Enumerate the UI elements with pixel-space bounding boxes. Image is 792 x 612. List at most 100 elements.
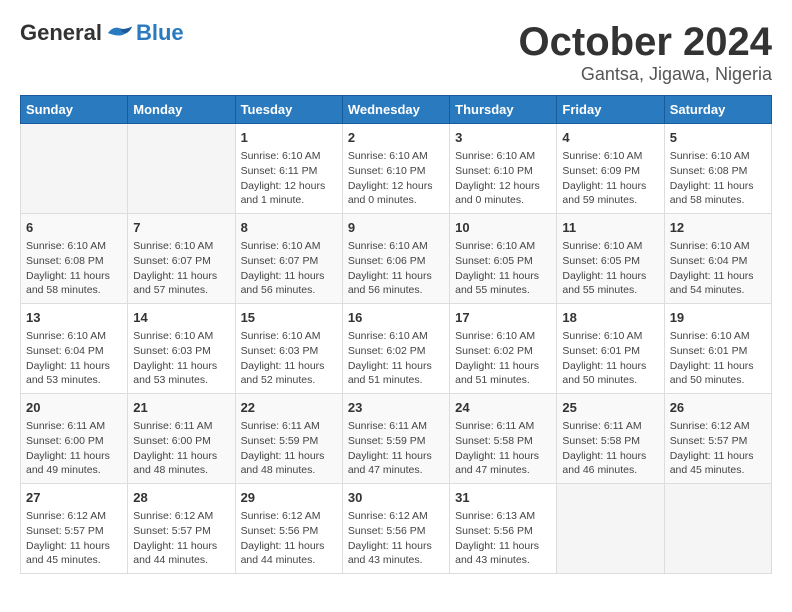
day-number-18: 18 (562, 309, 658, 327)
day-number-13: 13 (26, 309, 122, 327)
day-number-19: 19 (670, 309, 766, 327)
day-cell-7: 7 Sunrise: 6:10 AM Sunset: 6:07 PM Daylig… (128, 214, 235, 304)
day-info-28: Sunrise: 6:12 AM Sunset: 5:57 PM Dayligh… (133, 509, 229, 568)
weekday-sunday: Sunday (21, 96, 128, 124)
day-info-8: Sunrise: 6:10 AM Sunset: 6:07 PM Dayligh… (241, 239, 337, 298)
week-row-1: 1 Sunrise: 6:10 AM Sunset: 6:11 PM Daylig… (21, 124, 772, 214)
day-cell-21: 21 Sunrise: 6:11 AM Sunset: 6:00 PM Dayli… (128, 394, 235, 484)
weekday-wednesday: Wednesday (342, 96, 449, 124)
day-info-5: Sunrise: 6:10 AM Sunset: 6:08 PM Dayligh… (670, 149, 766, 208)
day-info-12: Sunrise: 6:10 AM Sunset: 6:04 PM Dayligh… (670, 239, 766, 298)
day-cell-30: 30Sunrise: 6:12 AM Sunset: 5:56 PM Dayli… (342, 484, 449, 574)
day-cell-19: 19 Sunrise: 6:10 AM Sunset: 6:01 PM Dayli… (664, 304, 771, 394)
week-row-2: 6 Sunrise: 6:10 AM Sunset: 6:08 PM Daylig… (21, 214, 772, 304)
day-number-2: 2 (348, 129, 444, 147)
day-info-22: Sunrise: 6:11 AM Sunset: 5:59 PM Dayligh… (241, 419, 337, 478)
day-cell-1: 1 Sunrise: 6:10 AM Sunset: 6:11 PM Daylig… (235, 124, 342, 214)
page-header: General Blue October 2024 Gantsa, Jigawa… (20, 20, 772, 85)
day-number-6: 6 (26, 219, 122, 237)
title-section: October 2024 Gantsa, Jigawa, Nigeria (519, 20, 772, 85)
day-cell-25: 25Sunrise: 6:11 AM Sunset: 5:58 PM Dayli… (557, 394, 664, 484)
day-info-23: Sunrise: 6:11 AM Sunset: 5:59 PM Dayligh… (348, 419, 444, 478)
weekday-friday: Friday (557, 96, 664, 124)
empty-cell (21, 124, 128, 214)
day-number-3: 3 (455, 129, 551, 147)
day-number-31: 31 (455, 489, 551, 507)
empty-cell (128, 124, 235, 214)
logo: General Blue (20, 20, 184, 46)
day-info-9: Sunrise: 6:10 AM Sunset: 6:06 PM Dayligh… (348, 239, 444, 298)
day-info-31: Sunrise: 6:13 AM Sunset: 5:56 PM Dayligh… (455, 509, 551, 568)
day-cell-15: 15 Sunrise: 6:10 AM Sunset: 6:03 PM Dayli… (235, 304, 342, 394)
day-cell-2: 2 Sunrise: 6:10 AM Sunset: 6:10 PM Daylig… (342, 124, 449, 214)
day-number-17: 17 (455, 309, 551, 327)
day-cell-9: 9 Sunrise: 6:10 AM Sunset: 6:06 PM Daylig… (342, 214, 449, 304)
day-number-1: 1 (241, 129, 337, 147)
day-info-3: Sunrise: 6:10 AM Sunset: 6:10 PM Dayligh… (455, 149, 551, 208)
logo-blue-text: Blue (136, 20, 184, 46)
day-info-7: Sunrise: 6:10 AM Sunset: 6:07 PM Dayligh… (133, 239, 229, 298)
empty-cell (557, 484, 664, 574)
day-number-27: 27 (26, 489, 122, 507)
day-info-14: Sunrise: 6:10 AM Sunset: 6:03 PM Dayligh… (133, 329, 229, 388)
day-info-15: Sunrise: 6:10 AM Sunset: 6:03 PM Dayligh… (241, 329, 337, 388)
day-number-24: 24 (455, 399, 551, 417)
day-info-19: Sunrise: 6:10 AM Sunset: 6:01 PM Dayligh… (670, 329, 766, 388)
weekday-tuesday: Tuesday (235, 96, 342, 124)
day-number-30: 30 (348, 489, 444, 507)
day-info-25: Sunrise: 6:11 AM Sunset: 5:58 PM Dayligh… (562, 419, 658, 478)
day-cell-11: 11Sunrise: 6:10 AM Sunset: 6:05 PM Dayli… (557, 214, 664, 304)
day-number-29: 29 (241, 489, 337, 507)
day-info-13: Sunrise: 6:10 AM Sunset: 6:04 PM Dayligh… (26, 329, 122, 388)
day-cell-12: 12Sunrise: 6:10 AM Sunset: 6:04 PM Dayli… (664, 214, 771, 304)
day-number-16: 16 (348, 309, 444, 327)
day-cell-22: 22 Sunrise: 6:11 AM Sunset: 5:59 PM Dayli… (235, 394, 342, 484)
day-cell-26: 26 Sunrise: 6:12 AM Sunset: 5:57 PM Dayli… (664, 394, 771, 484)
day-number-5: 5 (670, 129, 766, 147)
day-number-9: 9 (348, 219, 444, 237)
day-cell-3: 3 Sunrise: 6:10 AM Sunset: 6:10 PM Daylig… (450, 124, 557, 214)
day-info-26: Sunrise: 6:12 AM Sunset: 5:57 PM Dayligh… (670, 419, 766, 478)
week-row-5: 27 Sunrise: 6:12 AM Sunset: 5:57 PM Dayli… (21, 484, 772, 574)
day-info-6: Sunrise: 6:10 AM Sunset: 6:08 PM Dayligh… (26, 239, 122, 298)
logo-bird-icon (106, 23, 134, 43)
day-number-8: 8 (241, 219, 337, 237)
day-info-21: Sunrise: 6:11 AM Sunset: 6:00 PM Dayligh… (133, 419, 229, 478)
day-cell-29: 29Sunrise: 6:12 AM Sunset: 5:56 PM Dayli… (235, 484, 342, 574)
day-number-4: 4 (562, 129, 658, 147)
day-number-14: 14 (133, 309, 229, 327)
day-cell-20: 20Sunrise: 6:11 AM Sunset: 6:00 PM Dayli… (21, 394, 128, 484)
day-cell-10: 10 Sunrise: 6:10 AM Sunset: 6:05 PM Dayli… (450, 214, 557, 304)
day-number-10: 10 (455, 219, 551, 237)
day-number-15: 15 (241, 309, 337, 327)
day-info-2: Sunrise: 6:10 AM Sunset: 6:10 PM Dayligh… (348, 149, 444, 208)
day-number-21: 21 (133, 399, 229, 417)
day-cell-31: 31 Sunrise: 6:13 AM Sunset: 5:56 PM Dayli… (450, 484, 557, 574)
day-cell-24: 24 Sunrise: 6:11 AM Sunset: 5:58 PM Dayli… (450, 394, 557, 484)
weekday-header-row: SundayMondayTuesdayWednesdayThursdayFrid… (21, 96, 772, 124)
day-number-22: 22 (241, 399, 337, 417)
day-info-4: Sunrise: 6:10 AM Sunset: 6:09 PM Dayligh… (562, 149, 658, 208)
day-cell-27: 27 Sunrise: 6:12 AM Sunset: 5:57 PM Dayli… (21, 484, 128, 574)
day-cell-17: 17Sunrise: 6:10 AM Sunset: 6:02 PM Dayli… (450, 304, 557, 394)
weekday-saturday: Saturday (664, 96, 771, 124)
day-info-27: Sunrise: 6:12 AM Sunset: 5:57 PM Dayligh… (26, 509, 122, 568)
day-info-1: Sunrise: 6:10 AM Sunset: 6:11 PM Dayligh… (241, 149, 337, 208)
day-info-20: Sunrise: 6:11 AM Sunset: 6:00 PM Dayligh… (26, 419, 122, 478)
calendar-table: SundayMondayTuesdayWednesdayThursdayFrid… (20, 95, 772, 574)
day-info-24: Sunrise: 6:11 AM Sunset: 5:58 PM Dayligh… (455, 419, 551, 478)
day-number-26: 26 (670, 399, 766, 417)
day-info-10: Sunrise: 6:10 AM Sunset: 6:05 PM Dayligh… (455, 239, 551, 298)
day-cell-18: 18 Sunrise: 6:10 AM Sunset: 6:01 PM Dayli… (557, 304, 664, 394)
day-cell-13: 13 Sunrise: 6:10 AM Sunset: 6:04 PM Dayli… (21, 304, 128, 394)
day-info-18: Sunrise: 6:10 AM Sunset: 6:01 PM Dayligh… (562, 329, 658, 388)
month-year-title: October 2024 (519, 20, 772, 64)
day-number-23: 23 (348, 399, 444, 417)
day-number-11: 11 (562, 219, 658, 237)
day-number-7: 7 (133, 219, 229, 237)
day-cell-4: 4 Sunrise: 6:10 AM Sunset: 6:09 PM Daylig… (557, 124, 664, 214)
day-cell-8: 8 Sunrise: 6:10 AM Sunset: 6:07 PM Daylig… (235, 214, 342, 304)
logo-general-text: General (20, 20, 102, 46)
week-row-3: 13 Sunrise: 6:10 AM Sunset: 6:04 PM Dayli… (21, 304, 772, 394)
day-info-16: Sunrise: 6:10 AM Sunset: 6:02 PM Dayligh… (348, 329, 444, 388)
